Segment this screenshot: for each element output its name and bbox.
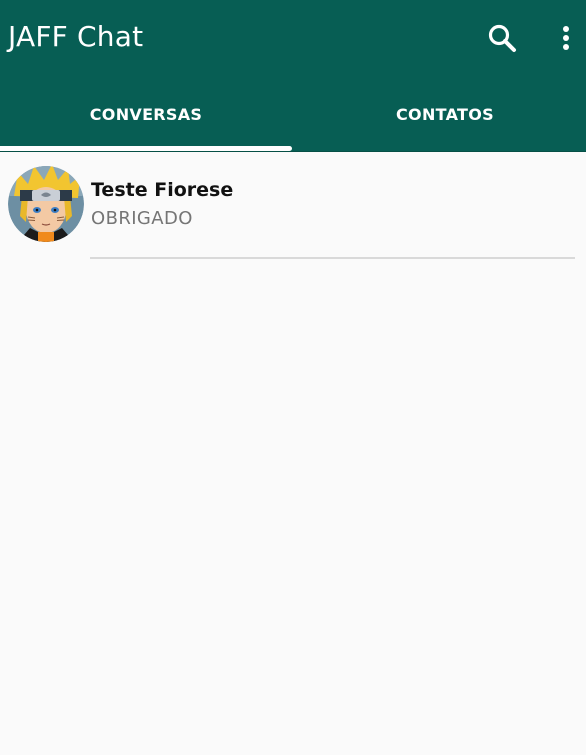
more-vert-icon: [563, 26, 569, 50]
app-title: JAFF Chat: [8, 20, 144, 53]
tab-contatos[interactable]: CONTATOS: [299, 76, 586, 152]
conversation-item[interactable]: Teste Fiorese OBRIGADO: [0, 153, 586, 259]
app-bar: JAFF Chat CONVERSAS CONTATOS: [0, 0, 586, 152]
search-icon: [488, 24, 516, 52]
list-divider: [90, 257, 575, 259]
tab-conversas[interactable]: CONVERSAS: [0, 76, 292, 152]
conversation-list: Teste Fiorese OBRIGADO: [0, 153, 586, 259]
conversation-name: Teste Fiorese: [91, 179, 234, 201]
anime-avatar-image: [8, 166, 84, 242]
toolbar: JAFF Chat: [0, 0, 586, 76]
more-options-button[interactable]: [548, 20, 584, 56]
search-button[interactable]: [484, 20, 520, 56]
tab-bar: CONVERSAS CONTATOS: [0, 76, 586, 152]
avatar[interactable]: [8, 166, 84, 242]
conversation-last-message: OBRIGADO: [91, 208, 193, 229]
selected-tab-indicator: [0, 146, 292, 151]
